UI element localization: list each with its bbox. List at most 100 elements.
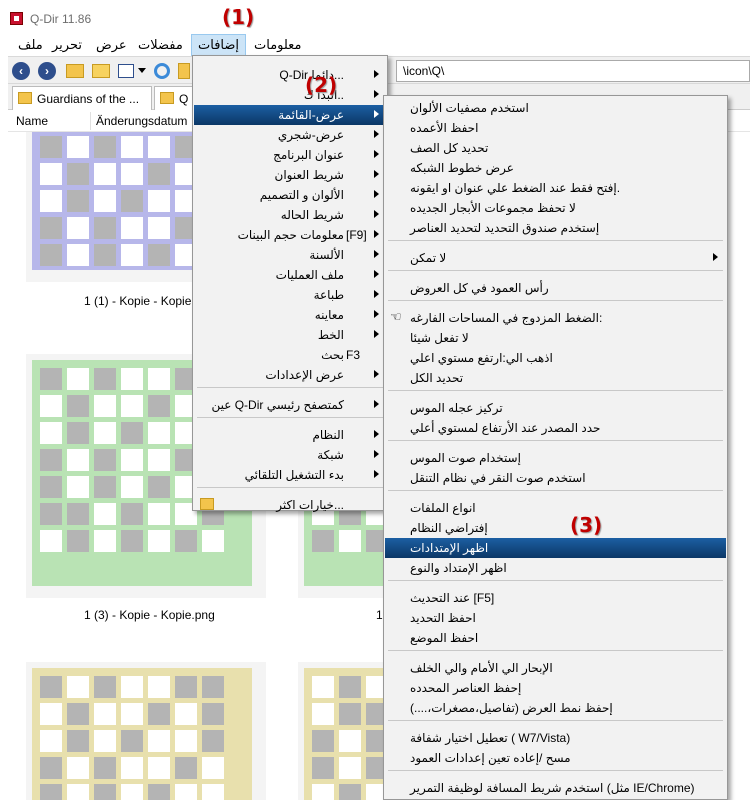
listview-menu-item[interactable]: لا تحفظ مجموعات الأبجار الجديده [385,198,726,218]
callout-2: (2) [305,73,338,97]
listview-menu-item[interactable]: تحديد كل الصف [385,138,726,158]
listview-menu-item[interactable]: استخدم شريط المسافة لوظيفة التمرير (مثل … [385,778,726,798]
menu-item-label: شريط العنوان [274,168,345,182]
mosaic-cell [202,757,224,779]
extras-menu-item[interactable]: عنوان البرنامج [194,145,386,165]
mosaic-cell [202,703,224,725]
menu-item-label: ملف العمليات [275,268,344,282]
column-separator[interactable] [90,112,91,130]
mosaic-cell [148,422,170,444]
listview-menu-item[interactable]: تعطيل اختيار شفافة ( W7/Vista) [385,728,726,748]
back-icon[interactable]: ‹ [12,62,30,80]
listview-menu-item[interactable]: إحفظ العناصر المحدده [385,678,726,698]
menu-info[interactable]: معلومات [248,34,307,56]
listview-menu-item[interactable]: اذهب الي:ارتفع مستوي اعلي [385,348,726,368]
listview-menu-item[interactable]: إستخدم صندوق التحديد لتحديد العناصر [385,218,726,238]
thumbnail-caption[interactable]: 1 (3) - Kopie - Kopie.png [84,608,215,622]
extras-menu-item[interactable]: الخط [194,325,386,345]
mosaic-cell [40,217,62,239]
listview-menu-item[interactable]: تحديد الكل [385,368,726,388]
extras-menu-item[interactable]: عين Q-Dir كمتصفح رئيسي [194,395,386,415]
mosaic-cell [40,530,62,552]
menu-file[interactable]: ملف [12,34,49,56]
mosaic-cell [175,530,197,552]
extras-menu-item[interactable]: معلومات حجم البينات [F9] [194,225,386,245]
mosaic-cell [339,676,361,698]
extras-menu-item[interactable]: الألسنة [194,245,386,265]
menu-item-label: عنوان البرنامج [273,148,344,162]
column-name[interactable]: Name [16,114,48,128]
extras-menu-item[interactable]: خيارات اكثر... [194,495,386,515]
extras-menu-item[interactable]: بحث F3 [194,345,386,365]
extras-menu-item[interactable]: عرض-القائمة [194,105,386,125]
listview-menu-item[interactable]: استخدم مصفيات الألوان [385,98,726,118]
mosaic-cell [67,244,89,266]
chevron-down-icon[interactable] [138,68,146,73]
thumbnail-4[interactable] [26,662,266,800]
extras-menu-item[interactable]: عرض الإعدادات [194,365,386,385]
mosaic-cell [94,163,116,185]
listview-menu-item[interactable]: احفظ الأعمده [385,118,726,138]
listview-menu-item[interactable]: استخدم صوت النقر في نظام التنقل [385,468,726,488]
mosaic-cell [94,757,116,779]
listview-menu-item[interactable]: احفظ الموضع [385,628,726,648]
mosaic-cell [94,503,116,525]
listview-menu-item[interactable]: لا تفعل شيئا [385,328,726,348]
menu-extras[interactable]: إضافات [191,34,247,56]
extras-menu-item[interactable]: عرض-شجري [194,125,386,145]
folder-up-icon[interactable] [66,64,84,78]
mosaic-cell [94,244,116,266]
listview-menu-item[interactable]: عرض خطوط الشبكه [385,158,726,178]
menu-edit[interactable]: تحرير [46,34,88,56]
refresh-icon[interactable] [154,63,170,79]
extras-menu-item[interactable]: الألوان و التصميم [194,185,386,205]
extras-menu-item[interactable]: Q-Dir دائما... [194,65,386,85]
listview-menu-item[interactable]: انواع الملفات [385,498,726,518]
mosaic-cell [121,368,143,390]
extras-menu-item[interactable]: معاينه [194,305,386,325]
menu-favorites[interactable]: مفضلات [132,34,189,56]
menu-item-label: شريط الحاله [280,208,344,222]
tab-guardians[interactable]: Guardians of the ... [12,86,152,110]
listview-menu-item[interactable]: مسح /إعاده تعين إعدادات العمود [385,748,726,768]
menu-item-label: الخط [317,328,344,342]
menu-item-label: اظهر الإمتدادات [410,541,489,555]
thumbnail-caption[interactable]: 1 [376,608,383,622]
extras-menu-item[interactable]: شريط العنوان [194,165,386,185]
chevron-right-icon [374,250,379,258]
new-folder-icon[interactable] [92,64,110,78]
extras-menu-item[interactable]: شبكة [194,445,386,465]
extras-menu-item[interactable]: البدا ك.. [194,85,386,105]
listview-menu-item[interactable]: تركيز عجله الموس [385,398,726,418]
listview-menu-item[interactable]: إفتح فقط عند الضغط علي عنوان او ايقونه. [385,178,726,198]
listview-menu-item[interactable]: لا تمكن [385,248,726,268]
chevron-right-icon [374,450,379,458]
listview-menu-item[interactable]: إفتراضي النظام [385,518,726,538]
mosaic-cell [121,730,143,752]
listview-menu-item[interactable]: الضغط المزدوج في المساحات الفارغه: ☜ [385,308,726,328]
listview-menu-item[interactable]: إستخدام صوت الموس [385,448,726,468]
listview-menu-item[interactable]: إحفظ نمط العرض (تفاصيل،مصغرات،....) [385,698,726,718]
menu-item-label: اذهب الي:ارتفع مستوي اعلي [410,351,553,365]
column-modified[interactable]: Änderungsdatum [96,114,187,128]
listview-menu-item[interactable]: احفظ التحديد [385,608,726,628]
mosaic-cell [94,395,116,417]
forward-icon[interactable]: › [38,62,56,80]
extras-menu-item[interactable]: النظام [194,425,386,445]
view-grid-icon[interactable] [118,64,134,78]
listview-menu-item[interactable]: اظهر الإمتداد والنوع [385,558,726,578]
address-bar[interactable]: \icon\Q\ [396,60,750,82]
extras-menu-item[interactable]: ملف العمليات [194,265,386,285]
listview-menu-item[interactable]: عند التحديث [F5] [385,588,726,608]
menu-item-label: استخدم مصفيات الألوان [410,101,529,115]
extras-menu-item[interactable]: طباعة [194,285,386,305]
extras-menu-item[interactable]: شريط الحاله [194,205,386,225]
listview-menu-item[interactable]: الإبحار الي الأمام والي الخلف [385,658,726,678]
listview-menu-item[interactable]: اظهر الإمتدادات [385,538,726,558]
menu-view[interactable]: عرض [90,34,133,56]
listview-menu-item[interactable]: حدد المصدر عند الأرتفاع لمستوي أعلي [385,418,726,438]
listview-menu-item[interactable]: رأس العمود في كل العروض [385,278,726,298]
tab-q[interactable]: Q [154,86,194,110]
mosaic-cell [67,190,89,212]
extras-menu-item[interactable]: بدء التشغيل التلقائي [194,465,386,485]
